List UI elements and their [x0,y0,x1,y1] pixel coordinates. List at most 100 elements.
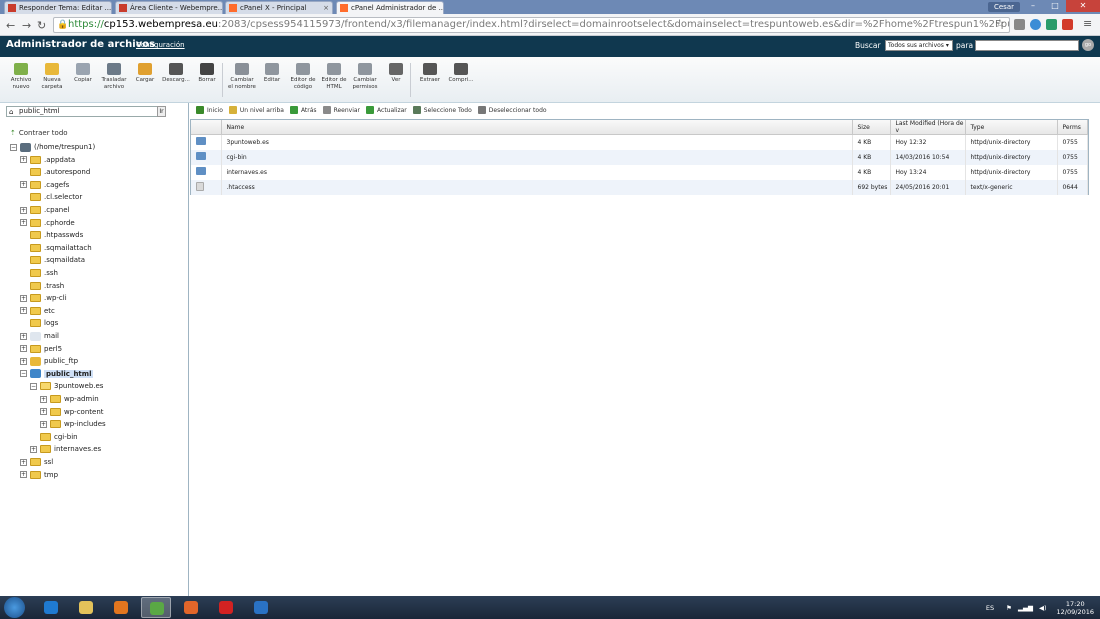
back-button[interactable]: Atrás [289,106,317,114]
compress-button[interactable]: Compri... [447,63,475,84]
table-row[interactable]: .htaccess 692 bytes 24/05/2016 20:01 text/x… [191,179,1088,195]
copy-button[interactable]: Copiar [69,63,97,84]
clock[interactable]: 17:20 12/09/2016 [1057,600,1094,616]
url-input[interactable]: 🔒 https://cp153.webempresa.eu:2083/cpsess… [53,17,1010,33]
tree-node[interactable]: + tmp [20,469,58,481]
cell-name[interactable]: 3puntoweb.es [221,134,853,150]
extension-icon[interactable] [1030,19,1041,30]
start-button[interactable] [4,597,25,618]
tree-node[interactable]: − public_html [20,368,94,380]
tree-node[interactable]: + perl5 [20,343,62,355]
tree-node[interactable]: + .cphorde [20,217,75,229]
expand-icon[interactable]: + [20,219,27,227]
forward-icon[interactable]: → [22,19,31,32]
volume-icon[interactable]: ◀) [1039,604,1047,612]
language-indicator[interactable]: ES [986,604,994,612]
tree-node[interactable]: + internaves.es [30,443,101,455]
upload-button[interactable]: Cargar [131,63,159,84]
forward-button[interactable]: Reenviar [322,106,360,114]
expand-icon[interactable]: + [40,420,47,428]
rename-button[interactable]: Cambiar el nombre [228,63,256,90]
tree-node[interactable]: + wp-admin [40,393,99,405]
expand-icon[interactable]: + [40,408,47,416]
maximize-icon[interactable]: □ [1044,0,1066,12]
browser-tab[interactable]: Área Cliente - Webempre...× [115,1,223,14]
taskbar-app[interactable] [246,597,276,618]
search-input[interactable] [975,40,1079,51]
expand-icon[interactable]: + [20,471,27,479]
column-header-modified[interactable]: Last Modified (Hora de v [890,120,966,135]
tree-node[interactable]: cgi-bin [30,431,78,443]
table-row[interactable]: 3puntoweb.es 4 KB Hoy 12:32 httpd/unix-dire… [191,134,1088,150]
collapse-all-button[interactable]: ⇡ Contraer todo [10,129,68,137]
expand-icon[interactable]: + [20,345,27,353]
column-header-name[interactable]: Name [221,120,853,135]
settings-link[interactable]: Configuración [136,41,185,49]
taskbar-app[interactable] [36,597,66,618]
expand-icon[interactable]: + [20,206,27,214]
browser-tab[interactable]: cPanel X - Principal × [225,1,333,14]
reload-icon[interactable]: ↻ [37,19,46,32]
expand-icon[interactable]: + [20,294,27,302]
table-row[interactable]: cgi-bin 4 KB 14/03/2016 10:54 httpd/unix-di… [191,149,1088,165]
taskbar-app[interactable] [211,597,241,618]
taskbar-app[interactable] [141,597,171,618]
browser-tab[interactable]: Responder Tema: Editar ...× [4,1,112,14]
tree-node[interactable]: .autorespond [20,166,90,178]
collapse-icon[interactable]: − [20,370,27,378]
tree-node[interactable]: + .appdata [20,154,75,166]
column-header-perms[interactable]: Perms [1057,120,1088,135]
select-all-button[interactable]: Seleccione Todo [412,106,472,114]
edit-button[interactable]: Editar [258,63,286,84]
expand-icon[interactable]: + [30,445,37,453]
column-header-type[interactable]: Type [965,120,1058,135]
deselect-all-button[interactable]: Deseleccionar todo [477,106,547,114]
search-go-button[interactable]: go [1082,39,1094,51]
taskbar-app[interactable] [176,597,206,618]
taskbar-app[interactable] [71,597,101,618]
tree-node[interactable]: + ssl [20,456,53,468]
taskbar-app[interactable] [106,597,136,618]
html-editor-button[interactable]: Editor de HTML [320,63,348,90]
tab-close-icon[interactable]: × [111,4,112,12]
column-header-size[interactable]: Size [852,120,891,135]
browser-tab[interactable]: cPanel Administrador de ...× [336,1,444,14]
tree-node[interactable]: + .cpanel [20,204,70,216]
expand-icon[interactable]: + [40,395,47,403]
path-go-button[interactable]: Ir [157,106,166,117]
cast-icon[interactable] [1014,19,1025,30]
search-scope-select[interactable]: Todos sus archivos ▾ [885,40,953,51]
browser-user-label[interactable]: Cesar [987,2,1020,12]
tree-node[interactable]: .sqmaildata [20,254,85,266]
network-icon[interactable]: ▂▄▆ [1018,604,1033,612]
download-button[interactable]: Descarg... [162,63,190,84]
tree-node[interactable]: − (/home/trespun1) [10,141,95,153]
table-row[interactable]: internaves.es 4 KB Hoy 13:24 httpd/unix-dir… [191,164,1088,180]
collapse-icon[interactable]: − [10,143,17,151]
tree-node[interactable]: .htpasswds [20,229,83,241]
home-button[interactable]: Inicio [196,106,223,114]
tree-node[interactable]: logs [20,317,58,329]
extension-icon[interactable] [1046,19,1057,30]
up-button[interactable]: Un nivel arriba [228,106,284,114]
view-button[interactable]: Ver [382,63,410,84]
new-file-button[interactable]: Archivo nuevo [7,63,35,90]
new-folder-button[interactable]: Nueva carpeta [38,63,66,90]
tree-node[interactable]: .cl.selector [20,191,82,203]
expand-icon[interactable]: + [20,181,27,189]
move-button[interactable]: Trasladar archivo [100,63,128,90]
action-center-icon[interactable]: ⚑ [1006,604,1012,612]
cell-name[interactable]: cgi-bin [221,149,853,165]
tree-node[interactable]: + mail [20,330,59,342]
path-input[interactable]: ⌂ public_html [6,106,166,117]
tree-node[interactable]: .trash [20,280,64,292]
tree-node[interactable]: .ssh [20,267,58,279]
code-editor-button[interactable]: Editor de código [289,63,317,90]
tree-node[interactable]: − 3puntoweb.es [30,380,103,392]
delete-button[interactable]: Borrar [193,63,221,84]
minimize-icon[interactable]: – [1022,0,1044,12]
cell-name[interactable]: .htaccess [221,179,853,195]
expand-icon[interactable]: + [20,357,27,365]
expand-icon[interactable]: + [20,332,27,340]
reload-button[interactable]: Actualizar [366,106,407,114]
